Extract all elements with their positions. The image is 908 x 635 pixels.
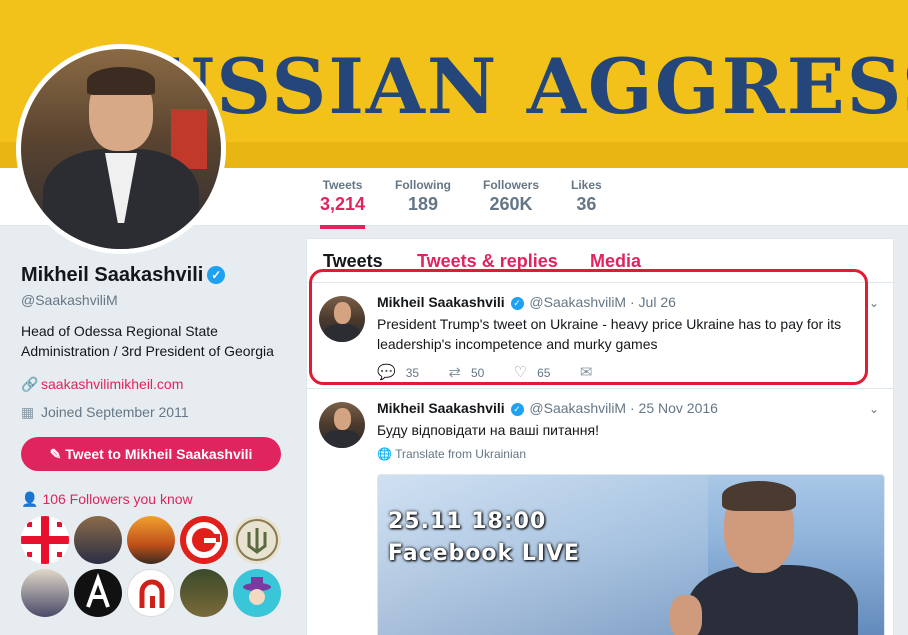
- profile-website[interactable]: 🔗 saakashvilimikheil.com: [21, 376, 183, 393]
- tweet-author-handle[interactable]: @SaakashviliM: [529, 400, 626, 416]
- stat-label: Following: [395, 178, 451, 192]
- profile-name[interactable]: Mikheil Saakashvili ✓: [21, 264, 226, 287]
- highlight-annotation: [309, 269, 868, 385]
- media-person-hand: [670, 595, 702, 635]
- tweet-media[interactable]: 25.11 18:00 Facebook LIVE: [377, 474, 885, 635]
- link-icon: 🔗: [21, 376, 39, 392]
- quill-icon: ✎: [49, 446, 66, 462]
- g-logo-icon: [186, 522, 222, 558]
- follower-avatar[interactable]: [180, 516, 228, 564]
- stat-following[interactable]: Following 189: [395, 178, 451, 215]
- verified-badge-icon: ✓: [207, 266, 226, 284]
- tweet-to-label: Tweet to Mikheil Saakashvili: [65, 446, 253, 462]
- tweet-timestamp[interactable]: 25 Nov 2016: [639, 400, 718, 416]
- stat-value: 260K: [489, 194, 533, 214]
- calendar-icon: ▦: [21, 404, 35, 420]
- profile-handle[interactable]: @SaakashviliM: [21, 292, 118, 308]
- tweet-avatar-body: [324, 430, 360, 448]
- tweet-dot: ·: [629, 400, 639, 416]
- stat-value: 189: [407, 194, 439, 214]
- media-person: [670, 481, 878, 635]
- profile-name-text: Mikheil Saakashvili: [21, 264, 204, 286]
- hat-figure-icon: [243, 577, 271, 605]
- tweet-author-name[interactable]: Mikheil Saakashvili: [377, 400, 505, 416]
- avatar-image: [21, 49, 221, 249]
- tweet-header: Mikheil Saakashvili ✓ @SaakashviliM · 25…: [377, 400, 718, 416]
- follower-avatar[interactable]: [21, 569, 69, 617]
- joined-text: Joined September 2011: [41, 404, 189, 420]
- profile-bio: Head of Odessa Regional State Administra…: [21, 323, 274, 359]
- follower-avatar[interactable]: [74, 569, 122, 617]
- arch-logo-icon: [139, 579, 165, 608]
- follower-avatar[interactable]: [127, 569, 175, 617]
- follower-avatar[interactable]: [21, 516, 69, 564]
- translate-label: Translate from Ukrainian: [395, 447, 526, 461]
- stat-tweets[interactable]: Tweets 3,214: [320, 178, 366, 229]
- followers-you-know[interactable]: 👤 106 Followers you know: [21, 491, 193, 508]
- follower-avatar[interactable]: [180, 569, 228, 617]
- media-person-hair: [722, 481, 796, 511]
- profile-avatar[interactable]: [16, 44, 226, 254]
- website-link[interactable]: saakashvilimikheil.com: [41, 376, 183, 392]
- georgia-flag-icon: [21, 516, 69, 564]
- a-logo-icon: [86, 573, 110, 608]
- verified-badge-icon: ✓: [510, 403, 524, 416]
- avatar-hair: [87, 67, 155, 95]
- followers-you-know-label: 106 Followers you know: [42, 491, 193, 507]
- stat-likes[interactable]: Likes 36: [571, 178, 602, 215]
- follower-avatar[interactable]: [74, 516, 122, 564]
- profile-joined: ▦ Joined September 2011: [21, 404, 189, 421]
- chevron-down-icon[interactable]: ⌄: [869, 296, 879, 310]
- media-caption-time: 25.11 18:00: [388, 509, 547, 534]
- trident-emblem-icon: [236, 519, 278, 561]
- person-icon: 👤: [21, 491, 39, 507]
- tweet-avatar[interactable]: [319, 402, 365, 448]
- translate-link[interactable]: 🌐 Translate from Ukrainian: [377, 447, 526, 461]
- tweet-text: Буду відповідати на ваші питання!: [377, 422, 599, 438]
- banner-text: USSIAN AGGRESS: [148, 42, 908, 131]
- media-caption-live: Facebook LIVE: [388, 541, 581, 566]
- stat-label: Tweets: [322, 178, 363, 192]
- tweet-avatar-face: [334, 408, 351, 430]
- stat-value: 36: [576, 194, 597, 214]
- chevron-down-icon[interactable]: ⌄: [869, 402, 879, 416]
- stat-followers[interactable]: Followers 260K: [483, 178, 539, 215]
- stat-value: 3,214: [320, 194, 366, 214]
- follower-avatar[interactable]: [127, 516, 175, 564]
- globe-icon: 🌐: [377, 447, 396, 461]
- tweet[interactable]: Mikheil Saakashvili ✓ @SaakashviliM · 25…: [307, 390, 893, 635]
- follower-avatar[interactable]: [233, 569, 281, 617]
- follower-avatar[interactable]: [233, 516, 281, 564]
- stat-label: Likes: [571, 178, 602, 192]
- stat-label: Followers: [483, 178, 540, 192]
- tweet-to-button[interactable]: ✎ Tweet to Mikheil Saakashvili: [21, 437, 281, 471]
- media-person-body: [688, 565, 858, 635]
